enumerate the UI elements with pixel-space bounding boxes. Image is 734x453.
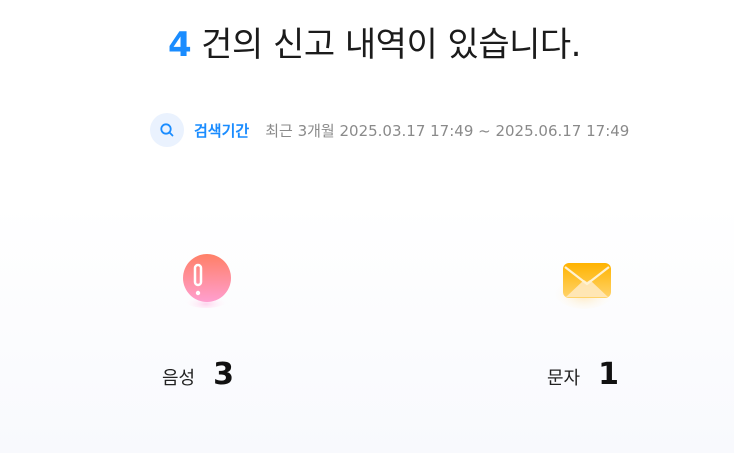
text-stat-row: 문자 1 [547,357,619,393]
report-summary-text: 건의 신고 내역이 있습니다. [201,25,581,65]
message-envelope-icon [550,245,620,315]
search-period-label[interactable]: 검색기간 [194,120,249,141]
report-summary-heading: 4 건의 신고 내역이 있습니다. [168,20,581,70]
text-report-stat[interactable]: 문자 1 [510,245,670,395]
voice-stat-count: 3 [213,357,234,392]
search-icon[interactable] [150,113,184,147]
voice-report-stat[interactable]: 음성 3 [145,245,305,395]
report-count: 4 [168,25,192,65]
voice-stat-label: 음성 [162,368,196,389]
text-stat-label: 문자 [547,368,581,389]
text-stat-count: 1 [598,357,619,392]
voice-stat-row: 음성 3 [162,357,234,393]
voice-alert-icon [172,245,242,315]
search-period-row: 검색기간 최근 3개월 2025.03.17 17:49 ~ 2025.06.1… [150,112,629,148]
search-period-value: 최근 3개월 2025.03.17 17:49 ~ 2025.06.17 17:… [265,121,630,140]
